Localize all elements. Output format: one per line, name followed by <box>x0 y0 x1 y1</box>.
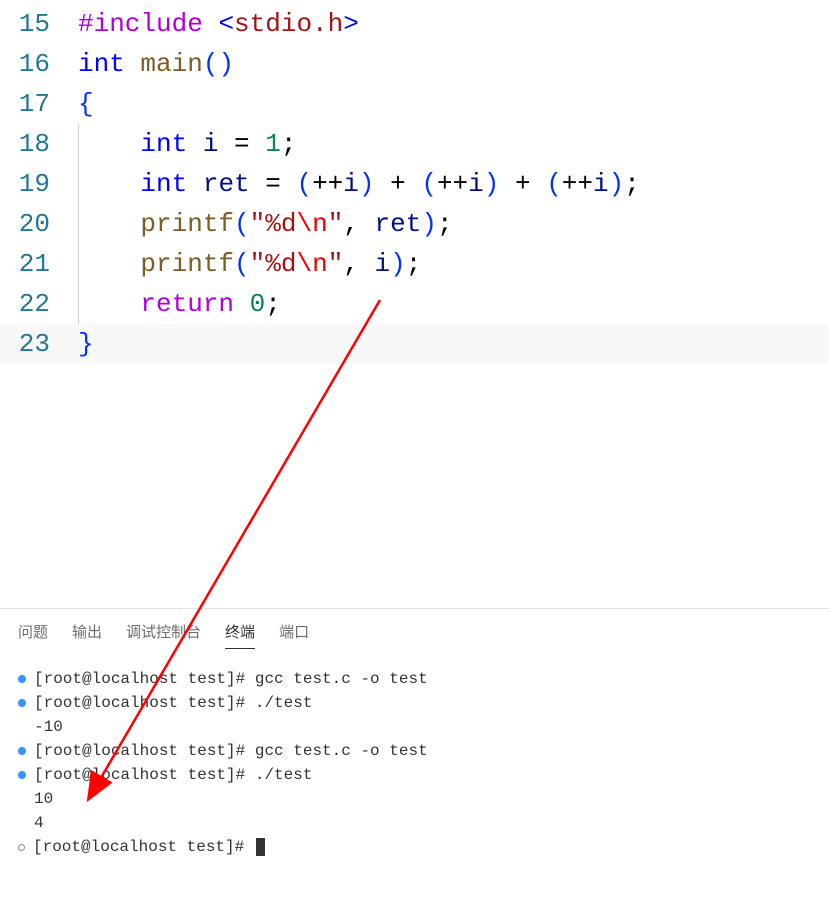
terminal[interactable]: [root@localhost test]# gcc test.c -o tes… <box>0 649 829 859</box>
code-line[interactable]: 23 } <box>0 324 829 364</box>
bullet-icon <box>18 819 26 827</box>
code-content: int main() <box>78 44 234 84</box>
tab-problems[interactable]: 问题 <box>18 617 48 649</box>
line-number: 16 <box>0 44 78 84</box>
line-number: 22 <box>0 284 78 324</box>
terminal-line: [root@localhost test]# gcc test.c -o tes… <box>18 739 811 763</box>
code-editor[interactable]: 15 #include <stdio.h> 16 int main() 17 {… <box>0 0 829 364</box>
code-content: return 0; <box>78 284 281 324</box>
line-number: 21 <box>0 244 78 284</box>
panel-tab-bar: 问题 输出 调试控制台 终端 端口 <box>0 609 829 649</box>
line-number: 20 <box>0 204 78 244</box>
code-line[interactable]: 22 return 0; <box>0 284 829 324</box>
tab-ports[interactable]: 端口 <box>279 617 309 649</box>
code-content: } <box>78 324 94 364</box>
bullet-icon <box>18 795 26 803</box>
bullet-icon <box>18 699 26 707</box>
code-line[interactable]: 18 int i = 1; <box>0 124 829 164</box>
terminal-line: -10 <box>18 715 811 739</box>
code-content: int i = 1; <box>78 124 296 164</box>
code-content: printf("%d\n", ret); <box>78 204 453 244</box>
code-line[interactable]: 17 { <box>0 84 829 124</box>
tab-debug-console[interactable]: 调试控制台 <box>126 617 201 649</box>
code-content: printf("%d\n", i); <box>78 244 421 284</box>
line-number: 18 <box>0 124 78 164</box>
code-line[interactable]: 15 #include <stdio.h> <box>0 4 829 44</box>
terminal-line: [root@localhost test]# <box>18 835 811 859</box>
code-line[interactable]: 19 int ret = (++i) + (++i) + (++i); <box>0 164 829 204</box>
line-number: 17 <box>0 84 78 124</box>
code-line[interactable]: 21 printf("%d\n", i); <box>0 244 829 284</box>
line-number: 15 <box>0 4 78 44</box>
line-number: 19 <box>0 164 78 204</box>
bullet-icon <box>18 723 26 731</box>
terminal-line: 4 <box>18 811 811 835</box>
bullet-icon <box>18 844 25 851</box>
terminal-cursor <box>256 838 265 856</box>
bottom-panel: 问题 输出 调试控制台 终端 端口 [root@localhost test]#… <box>0 608 829 905</box>
tab-output[interactable]: 输出 <box>72 617 102 649</box>
terminal-line: [root@localhost test]# gcc test.c -o tes… <box>18 667 811 691</box>
code-content: { <box>78 84 94 124</box>
bullet-icon <box>18 771 26 779</box>
terminal-line: [root@localhost test]# ./test <box>18 763 811 787</box>
code-line[interactable]: 20 printf("%d\n", ret); <box>0 204 829 244</box>
bullet-icon <box>18 675 26 683</box>
tab-terminal[interactable]: 终端 <box>225 617 255 649</box>
code-content: int ret = (++i) + (++i) + (++i); <box>78 164 640 204</box>
terminal-line: 10 <box>18 787 811 811</box>
code-content: #include <stdio.h> <box>78 4 359 44</box>
terminal-line: [root@localhost test]# ./test <box>18 691 811 715</box>
bullet-icon <box>18 747 26 755</box>
code-line[interactable]: 16 int main() <box>0 44 829 84</box>
line-number: 23 <box>0 324 78 364</box>
